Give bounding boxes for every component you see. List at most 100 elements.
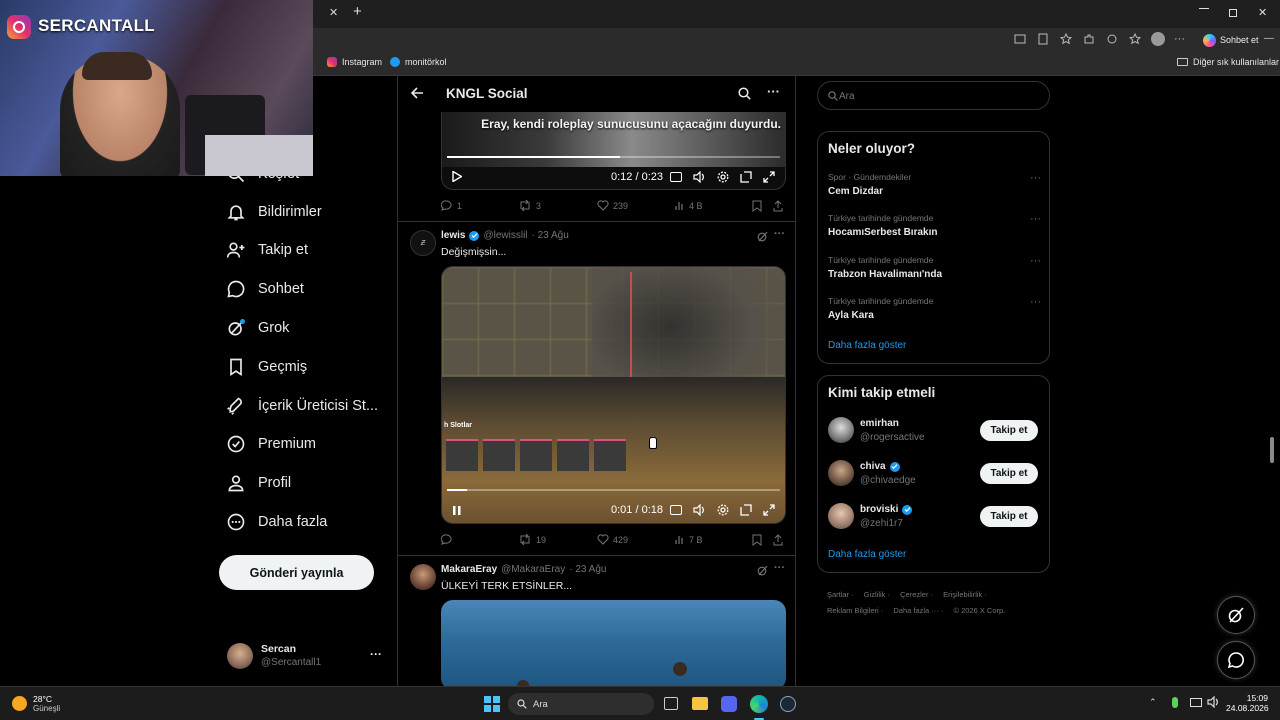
repost-button[interactable]: 3 — [518, 200, 541, 211]
close-tab-button[interactable]: ✕ — [329, 6, 338, 19]
views-button[interactable]: 7 B — [675, 534, 703, 545]
more-menu-icon[interactable]: ··· — [1174, 33, 1185, 45]
sidebar-item-profile[interactable]: Profil — [226, 473, 291, 493]
footer-link-accessibility[interactable]: Erişilebilirlik — [943, 590, 982, 599]
footer-link-cookies[interactable]: Çerezler — [900, 590, 928, 599]
sidebar-item-creator-studio[interactable]: İçerik Üreticisi St... — [226, 396, 378, 416]
video-progress-track[interactable] — [447, 489, 780, 491]
sidebar-item-notifications[interactable]: Bildirimler — [226, 202, 322, 222]
taskbar-search[interactable]: Ara — [508, 693, 654, 715]
footer-link-ads-info[interactable]: Reklam Bilgileri — [827, 606, 879, 615]
trend-item[interactable]: Türkiye tarihinde gündemde HocamıSerbest… — [828, 213, 1041, 238]
copilot-chat-button[interactable]: Sohbet et — [1197, 31, 1265, 49]
post-2[interactable]: Ƶ lewis @lewisslil · 23 Ağu ··· Değişmiş… — [398, 222, 795, 555]
fullscreen-icon[interactable] — [763, 171, 775, 183]
like-button[interactable]: 239 — [597, 200, 628, 211]
display-icon[interactable] — [1190, 698, 1202, 707]
follow-button[interactable]: Takip et — [980, 506, 1038, 527]
more-options-icon[interactable]: ··· — [767, 84, 780, 99]
video-player-1[interactable]: Eray, kendi roleplay sunucusunu açacağın… — [441, 112, 786, 190]
discord-icon[interactable] — [721, 696, 737, 712]
post-3[interactable]: MakaraEray @MakaraEray · 23 Ağu ··· ÜLKE… — [398, 556, 795, 686]
favorite-star-icon[interactable] — [1059, 32, 1073, 46]
follow-button[interactable]: Takip et — [980, 420, 1038, 441]
video-player-2[interactable]: h Slotlar 0:01 / 0:18 — [441, 266, 786, 524]
task-view-icon[interactable] — [664, 697, 678, 710]
sidebar-item-follow[interactable]: Takip et — [226, 240, 308, 260]
reply-button[interactable]: 1 — [441, 200, 462, 211]
tray-chevron-icon[interactable]: ⌃ — [1149, 697, 1157, 708]
share-button[interactable] — [773, 200, 783, 212]
volume-icon[interactable] — [1207, 696, 1220, 708]
bookmark-other-folder[interactable]: Diğer sık kullanılanlar — [1177, 57, 1279, 67]
volume-icon[interactable] — [693, 504, 706, 516]
pause-button[interactable] — [452, 505, 462, 516]
settings-gear-icon[interactable] — [717, 171, 729, 183]
show-more-trends-link[interactable]: Daha fazla göster — [828, 340, 906, 351]
trend-more-icon[interactable]: ··· — [1030, 172, 1041, 184]
post-button[interactable]: Gönderi yayınla — [219, 555, 374, 590]
author-name[interactable]: lewis — [441, 230, 465, 241]
trend-item[interactable]: Türkiye tarihinde gündemde Ayla Kara ··· — [828, 296, 1041, 321]
browser-essentials-icon[interactable] — [1105, 32, 1119, 46]
messages-floating-button[interactable] — [1217, 641, 1255, 679]
captions-icon[interactable] — [670, 505, 682, 515]
trend-item[interactable]: Türkiye tarihinde gündemde Trabzon Haval… — [828, 255, 1041, 280]
steam-icon[interactable] — [780, 696, 796, 712]
settings-gear-icon[interactable] — [717, 504, 729, 516]
bookmark-monitorkol[interactable]: monitörkol — [390, 57, 447, 67]
bookmark-button[interactable] — [752, 200, 762, 212]
footer-link-more[interactable]: Daha fazla ··· — [893, 606, 938, 615]
show-more-follow-link[interactable]: Daha fazla göster — [828, 549, 906, 560]
edge-browser-icon[interactable] — [750, 695, 768, 713]
bookmark-button[interactable] — [752, 534, 762, 546]
post-more-icon[interactable]: ··· — [774, 562, 785, 574]
trend-more-icon[interactable]: ··· — [1030, 255, 1041, 267]
post-more-icon[interactable]: ··· — [774, 228, 785, 240]
play-button[interactable] — [452, 171, 462, 182]
author-name[interactable]: MakaraEray — [441, 564, 497, 575]
bookmark-instagram[interactable]: Instagram — [327, 57, 382, 67]
trend-more-icon[interactable]: ··· — [1030, 296, 1041, 308]
sidebar-item-chat[interactable]: Sohbet — [226, 279, 304, 299]
follow-suggestion[interactable]: emirhan @rogersactive Takip et — [828, 416, 1049, 448]
page-scrollbar[interactable] — [1270, 437, 1274, 463]
captions-icon[interactable] — [670, 172, 682, 182]
sidebar-item-more[interactable]: Daha fazla — [226, 512, 327, 532]
close-window-button[interactable]: ✕ — [1258, 6, 1267, 19]
share-button[interactable] — [773, 534, 783, 546]
sidebar-toggle-icon[interactable]: — — [1264, 33, 1274, 44]
search-input[interactable] — [839, 87, 1039, 105]
sidebar-item-premium[interactable]: Premium — [226, 434, 316, 454]
volume-icon[interactable] — [693, 171, 706, 183]
microphone-icon[interactable] — [1172, 697, 1178, 708]
grok-floating-button[interactable] — [1217, 596, 1255, 634]
views-button[interactable]: 4 B — [675, 200, 703, 211]
account-switcher[interactable]: Sercan @Sercantall1 ··· — [227, 641, 387, 671]
sidebar-item-bookmarks[interactable]: Geçmiş — [226, 357, 307, 377]
new-tab-button[interactable]: + — [353, 3, 362, 20]
clock[interactable]: 15:09 24.08.2026 — [1226, 693, 1269, 713]
pip-icon[interactable] — [740, 504, 752, 516]
profile-avatar-icon[interactable] — [1151, 32, 1165, 46]
trend-item[interactable]: Spor · Gündemdekiler Cem Dizdar ··· — [828, 172, 1041, 197]
video-progress-track[interactable] — [447, 156, 780, 158]
maximize-button[interactable] — [1229, 9, 1237, 17]
search-box[interactable] — [817, 81, 1050, 110]
footer-link-privacy[interactable]: Gizlilik — [864, 590, 886, 599]
favorites-icon[interactable] — [1128, 32, 1142, 46]
weather-widget[interactable]: 28°C Güneşli — [12, 694, 60, 713]
search-icon[interactable] — [738, 87, 751, 100]
sidebar-item-grok[interactable]: Grok — [226, 318, 289, 338]
follow-button[interactable]: Takip et — [980, 463, 1038, 484]
repost-button[interactable]: 19 — [518, 534, 546, 545]
reading-view-icon[interactable] — [1013, 32, 1027, 46]
pip-icon[interactable] — [740, 171, 752, 183]
post-image[interactable] — [441, 600, 786, 686]
trend-more-icon[interactable]: ··· — [1030, 213, 1041, 225]
minimize-button[interactable] — [1199, 8, 1209, 9]
footer-link-terms[interactable]: Şartlar — [827, 590, 849, 599]
start-button[interactable] — [484, 696, 500, 712]
account-menu-icon[interactable]: ··· — [370, 647, 382, 661]
fullscreen-icon[interactable] — [763, 504, 775, 516]
